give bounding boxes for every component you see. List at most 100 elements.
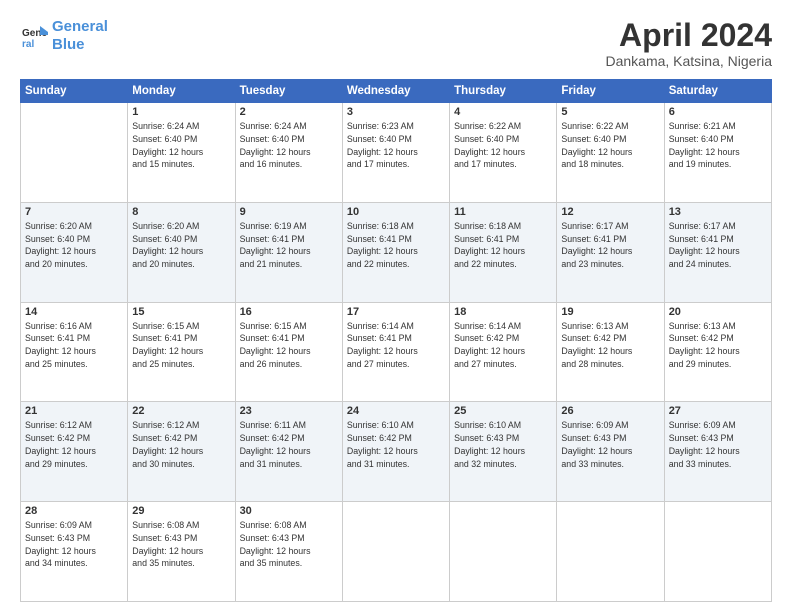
week-row-3: 14 Sunrise: 6:16 AM Sunset: 6:41 PM Dayli… (21, 302, 772, 402)
day-info: Sunrise: 6:13 AM Sunset: 6:42 PM Dayligh… (561, 320, 659, 371)
day-number: 14 (25, 306, 123, 318)
day-info: Sunrise: 6:08 AM Sunset: 6:43 PM Dayligh… (132, 519, 230, 570)
day-number: 12 (561, 206, 659, 218)
day-info: Sunrise: 6:14 AM Sunset: 6:41 PM Dayligh… (347, 320, 445, 371)
day-info: Sunrise: 6:19 AM Sunset: 6:41 PM Dayligh… (240, 220, 338, 271)
day-info: Sunrise: 6:10 AM Sunset: 6:43 PM Dayligh… (454, 419, 552, 470)
day-number: 6 (669, 106, 767, 118)
day-number: 3 (347, 106, 445, 118)
day-number: 23 (240, 405, 338, 417)
calendar-cell (21, 103, 128, 203)
logo-line1: General (52, 18, 108, 35)
calendar-cell: 15 Sunrise: 6:15 AM Sunset: 6:41 PM Dayli… (128, 302, 235, 402)
calendar-cell (342, 502, 449, 602)
day-info: Sunrise: 6:22 AM Sunset: 6:40 PM Dayligh… (454, 120, 552, 171)
calendar-cell: 14 Sunrise: 6:16 AM Sunset: 6:41 PM Dayli… (21, 302, 128, 402)
day-info: Sunrise: 6:18 AM Sunset: 6:41 PM Dayligh… (454, 220, 552, 271)
day-info: Sunrise: 6:09 AM Sunset: 6:43 PM Dayligh… (561, 419, 659, 470)
calendar-cell: 30 Sunrise: 6:08 AM Sunset: 6:43 PM Dayli… (235, 502, 342, 602)
day-number: 5 (561, 106, 659, 118)
day-number: 2 (240, 106, 338, 118)
day-number: 25 (454, 405, 552, 417)
calendar-cell: 17 Sunrise: 6:14 AM Sunset: 6:41 PM Dayli… (342, 302, 449, 402)
day-info: Sunrise: 6:11 AM Sunset: 6:42 PM Dayligh… (240, 419, 338, 470)
day-info: Sunrise: 6:09 AM Sunset: 6:43 PM Dayligh… (669, 419, 767, 470)
day-info: Sunrise: 6:12 AM Sunset: 6:42 PM Dayligh… (25, 419, 123, 470)
week-row-2: 7 Sunrise: 6:20 AM Sunset: 6:40 PM Daylig… (21, 202, 772, 302)
day-info: Sunrise: 6:20 AM Sunset: 6:40 PM Dayligh… (25, 220, 123, 271)
col-header-saturday: Saturday (664, 80, 771, 103)
calendar-cell: 2 Sunrise: 6:24 AM Sunset: 6:40 PM Daylig… (235, 103, 342, 203)
logo: Gene ral General Blue (20, 18, 108, 54)
day-info: Sunrise: 6:21 AM Sunset: 6:40 PM Dayligh… (669, 120, 767, 171)
header-row: SundayMondayTuesdayWednesdayThursdayFrid… (21, 80, 772, 103)
day-info: Sunrise: 6:09 AM Sunset: 6:43 PM Dayligh… (25, 519, 123, 570)
day-number: 28 (25, 505, 123, 517)
logo-text: General Blue (52, 18, 108, 54)
day-info: Sunrise: 6:18 AM Sunset: 6:41 PM Dayligh… (347, 220, 445, 271)
title-block: April 2024 Dankama, Katsina, Nigeria (605, 18, 772, 69)
day-number: 17 (347, 306, 445, 318)
day-info: Sunrise: 6:08 AM Sunset: 6:43 PM Dayligh… (240, 519, 338, 570)
day-number: 29 (132, 505, 230, 517)
header: Gene ral General Blue April 2024 Dankama… (20, 18, 772, 69)
day-info: Sunrise: 6:24 AM Sunset: 6:40 PM Dayligh… (132, 120, 230, 171)
col-header-thursday: Thursday (450, 80, 557, 103)
day-number: 26 (561, 405, 659, 417)
day-info: Sunrise: 6:15 AM Sunset: 6:41 PM Dayligh… (132, 320, 230, 371)
calendar-cell: 16Sunrise: 6:15 AM Sunset: 6:41 PM Dayli… (235, 302, 342, 402)
main-title: April 2024 (605, 18, 772, 53)
day-number: 9 (240, 206, 338, 218)
calendar-cell (450, 502, 557, 602)
week-row-4: 21 Sunrise: 6:12 AM Sunset: 6:42 PM Dayli… (21, 402, 772, 502)
day-number: 15 (132, 306, 230, 318)
calendar-cell: 25 Sunrise: 6:10 AM Sunset: 6:43 PM Dayli… (450, 402, 557, 502)
day-info: Sunrise: 6:16 AM Sunset: 6:41 PM Dayligh… (25, 320, 123, 371)
calendar-cell: 20 Sunrise: 6:13 AM Sunset: 6:42 PM Dayli… (664, 302, 771, 402)
calendar-cell: 9 Sunrise: 6:19 AM Sunset: 6:41 PM Daylig… (235, 202, 342, 302)
calendar-cell: 5Sunrise: 6:22 AM Sunset: 6:40 PM Daylig… (557, 103, 664, 203)
day-number: 7 (25, 206, 123, 218)
calendar-cell: 27 Sunrise: 6:09 AM Sunset: 6:43 PM Dayli… (664, 402, 771, 502)
day-number: 21 (25, 405, 123, 417)
day-number: 24 (347, 405, 445, 417)
calendar-cell: 1 Sunrise: 6:24 AM Sunset: 6:40 PM Daylig… (128, 103, 235, 203)
day-info: Sunrise: 6:24 AM Sunset: 6:40 PM Dayligh… (240, 120, 338, 171)
calendar-cell: 13Sunrise: 6:17 AM Sunset: 6:41 PM Dayli… (664, 202, 771, 302)
day-number: 19 (561, 306, 659, 318)
calendar-cell: 11 Sunrise: 6:18 AM Sunset: 6:41 PM Dayli… (450, 202, 557, 302)
day-number: 4 (454, 106, 552, 118)
calendar-cell: 6 Sunrise: 6:21 AM Sunset: 6:40 PM Daylig… (664, 103, 771, 203)
calendar-cell: 3 Sunrise: 6:23 AM Sunset: 6:40 PM Daylig… (342, 103, 449, 203)
day-info: Sunrise: 6:17 AM Sunset: 6:41 PM Dayligh… (561, 220, 659, 271)
col-header-tuesday: Tuesday (235, 80, 342, 103)
calendar-cell: 28 Sunrise: 6:09 AM Sunset: 6:43 PM Dayli… (21, 502, 128, 602)
calendar-cell: 29 Sunrise: 6:08 AM Sunset: 6:43 PM Dayli… (128, 502, 235, 602)
calendar-cell: 19 Sunrise: 6:13 AM Sunset: 6:42 PM Dayli… (557, 302, 664, 402)
day-info: Sunrise: 6:12 AM Sunset: 6:42 PM Dayligh… (132, 419, 230, 470)
logo-line2: Blue (52, 36, 85, 53)
day-info: Sunrise: 6:23 AM Sunset: 6:40 PM Dayligh… (347, 120, 445, 171)
page: Gene ral General Blue April 2024 Dankama… (0, 0, 792, 612)
calendar-cell: 10Sunrise: 6:18 AM Sunset: 6:41 PM Dayli… (342, 202, 449, 302)
day-info: Sunrise: 6:15 AM Sunset: 6:41 PM Dayligh… (240, 320, 338, 371)
calendar-table: SundayMondayTuesdayWednesdayThursdayFrid… (20, 79, 772, 602)
svg-text:ral: ral (22, 39, 34, 50)
logo-icon: Gene ral (20, 22, 48, 50)
day-info: Sunrise: 6:20 AM Sunset: 6:40 PM Dayligh… (132, 220, 230, 271)
day-info: Sunrise: 6:13 AM Sunset: 6:42 PM Dayligh… (669, 320, 767, 371)
col-header-wednesday: Wednesday (342, 80, 449, 103)
week-row-1: 1 Sunrise: 6:24 AM Sunset: 6:40 PM Daylig… (21, 103, 772, 203)
day-number: 20 (669, 306, 767, 318)
col-header-monday: Monday (128, 80, 235, 103)
calendar-cell: 18 Sunrise: 6:14 AM Sunset: 6:42 PM Dayli… (450, 302, 557, 402)
calendar-cell: 8Sunrise: 6:20 AM Sunset: 6:40 PM Daylig… (128, 202, 235, 302)
day-number: 1 (132, 106, 230, 118)
day-number: 11 (454, 206, 552, 218)
day-info: Sunrise: 6:14 AM Sunset: 6:42 PM Dayligh… (454, 320, 552, 371)
day-number: 18 (454, 306, 552, 318)
day-number: 27 (669, 405, 767, 417)
calendar-cell: 23 Sunrise: 6:11 AM Sunset: 6:42 PM Dayli… (235, 402, 342, 502)
day-info: Sunrise: 6:17 AM Sunset: 6:41 PM Dayligh… (669, 220, 767, 271)
day-number: 30 (240, 505, 338, 517)
